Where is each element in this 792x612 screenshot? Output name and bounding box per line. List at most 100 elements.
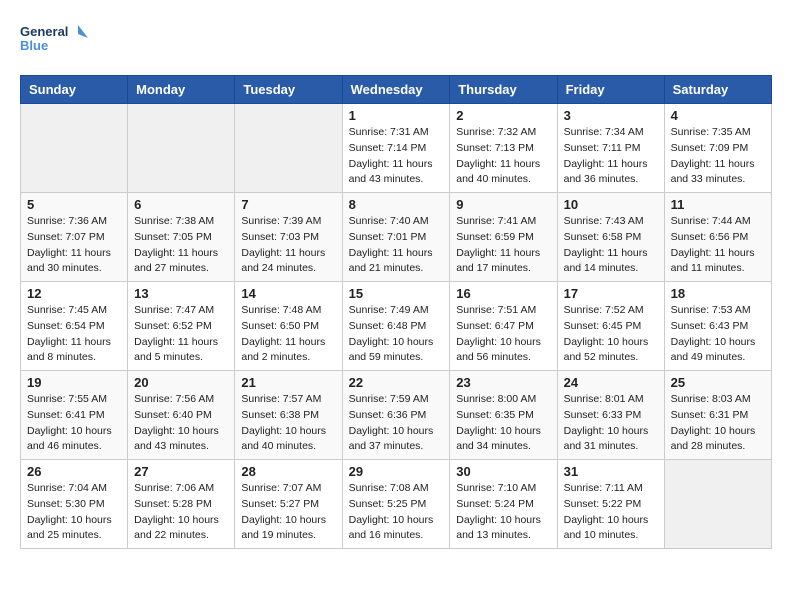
week-row-2: 5 Sunrise: 7:36 AMSunset: 7:07 PMDaylight… xyxy=(21,193,772,282)
calendar-cell xyxy=(664,460,771,549)
day-number: 10 xyxy=(564,197,658,212)
calendar-cell: 21 Sunrise: 7:57 AMSunset: 6:38 PMDayligh… xyxy=(235,371,342,460)
day-number: 26 xyxy=(27,464,121,479)
calendar-cell: 16 Sunrise: 7:51 AMSunset: 6:47 PMDayligh… xyxy=(450,282,557,371)
calendar-cell: 18 Sunrise: 7:53 AMSunset: 6:43 PMDayligh… xyxy=(664,282,771,371)
day-number: 20 xyxy=(134,375,228,390)
calendar-cell xyxy=(21,104,128,193)
day-number: 30 xyxy=(456,464,550,479)
week-row-3: 12 Sunrise: 7:45 AMSunset: 6:54 PMDayligh… xyxy=(21,282,772,371)
day-number: 9 xyxy=(456,197,550,212)
day-number: 16 xyxy=(456,286,550,301)
logo: General Blue xyxy=(20,20,90,65)
day-info: Sunrise: 7:40 AMSunset: 7:01 PMDaylight:… xyxy=(349,214,444,277)
calendar-cell: 24Sunrise: 8:01 AMSunset: 6:33 PMDayligh… xyxy=(557,371,664,460)
calendar-cell: 12 Sunrise: 7:45 AMSunset: 6:54 PMDayligh… xyxy=(21,282,128,371)
day-info: Sunrise: 7:59 AMSunset: 6:36 PMDaylight:… xyxy=(349,392,444,455)
day-info: Sunrise: 7:44 AMSunset: 6:56 PMDaylight:… xyxy=(671,214,765,277)
day-info: Sunrise: 7:41 AMSunset: 6:59 PMDaylight:… xyxy=(456,214,550,277)
calendar-cell: 5 Sunrise: 7:36 AMSunset: 7:07 PMDaylight… xyxy=(21,193,128,282)
day-number: 24 xyxy=(564,375,658,390)
day-info: Sunrise: 7:53 AMSunset: 6:43 PMDaylight:… xyxy=(671,303,765,366)
day-number: 5 xyxy=(27,197,121,212)
calendar-cell: 2 Sunrise: 7:32 AMSunset: 7:13 PMDaylight… xyxy=(450,104,557,193)
day-info: Sunrise: 7:55 AMSunset: 6:41 PMDaylight:… xyxy=(27,392,121,455)
calendar-cell: 14 Sunrise: 7:48 AMSunset: 6:50 PMDayligh… xyxy=(235,282,342,371)
calendar-cell: 19 Sunrise: 7:55 AMSunset: 6:41 PMDayligh… xyxy=(21,371,128,460)
calendar-cell: 6 Sunrise: 7:38 AMSunset: 7:05 PMDaylight… xyxy=(128,193,235,282)
calendar-cell: 23Sunrise: 8:00 AMSunset: 6:35 PMDayligh… xyxy=(450,371,557,460)
calendar-cell: 8 Sunrise: 7:40 AMSunset: 7:01 PMDaylight… xyxy=(342,193,450,282)
day-info: Sunrise: 7:45 AMSunset: 6:54 PMDaylight:… xyxy=(27,303,121,366)
day-info: Sunrise: 7:48 AMSunset: 6:50 PMDaylight:… xyxy=(241,303,335,366)
day-number: 1 xyxy=(349,108,444,123)
calendar-cell: 1 Sunrise: 7:31 AMSunset: 7:14 PMDaylight… xyxy=(342,104,450,193)
weekday-header-sunday: Sunday xyxy=(21,76,128,104)
day-info: Sunrise: 7:32 AMSunset: 7:13 PMDaylight:… xyxy=(456,125,550,188)
calendar-cell: 29 Sunrise: 7:08 AMSunset: 5:25 PMDayligh… xyxy=(342,460,450,549)
weekday-header-wednesday: Wednesday xyxy=(342,76,450,104)
weekday-header-tuesday: Tuesday xyxy=(235,76,342,104)
day-info: Sunrise: 7:39 AMSunset: 7:03 PMDaylight:… xyxy=(241,214,335,277)
calendar-cell: 15Sunrise: 7:49 AMSunset: 6:48 PMDayligh… xyxy=(342,282,450,371)
day-info: Sunrise: 7:47 AMSunset: 6:52 PMDaylight:… xyxy=(134,303,228,366)
day-number: 8 xyxy=(349,197,444,212)
weekday-header-monday: Monday xyxy=(128,76,235,104)
day-number: 21 xyxy=(241,375,335,390)
day-number: 14 xyxy=(241,286,335,301)
day-info: Sunrise: 7:11 AMSunset: 5:22 PMDaylight:… xyxy=(564,481,658,544)
calendar-cell: 7 Sunrise: 7:39 AMSunset: 7:03 PMDaylight… xyxy=(235,193,342,282)
day-info: Sunrise: 7:43 AMSunset: 6:58 PMDaylight:… xyxy=(564,214,658,277)
day-number: 29 xyxy=(349,464,444,479)
day-info: Sunrise: 7:36 AMSunset: 7:07 PMDaylight:… xyxy=(27,214,121,277)
header: General Blue xyxy=(20,20,772,65)
weekday-header-friday: Friday xyxy=(557,76,664,104)
day-info: Sunrise: 7:08 AMSunset: 5:25 PMDaylight:… xyxy=(349,481,444,544)
day-number: 18 xyxy=(671,286,765,301)
calendar-cell: 10 Sunrise: 7:43 AMSunset: 6:58 PMDayligh… xyxy=(557,193,664,282)
day-number: 2 xyxy=(456,108,550,123)
weekday-header-thursday: Thursday xyxy=(450,76,557,104)
day-info: Sunrise: 7:57 AMSunset: 6:38 PMDaylight:… xyxy=(241,392,335,455)
day-number: 31 xyxy=(564,464,658,479)
day-number: 25 xyxy=(671,375,765,390)
week-row-5: 26 Sunrise: 7:04 AMSunset: 5:30 PMDayligh… xyxy=(21,460,772,549)
day-info: Sunrise: 7:04 AMSunset: 5:30 PMDaylight:… xyxy=(27,481,121,544)
day-number: 19 xyxy=(27,375,121,390)
day-info: Sunrise: 7:31 AMSunset: 7:14 PMDaylight:… xyxy=(349,125,444,188)
calendar-cell: 20 Sunrise: 7:56 AMSunset: 6:40 PMDayligh… xyxy=(128,371,235,460)
day-number: 17 xyxy=(564,286,658,301)
svg-text:General: General xyxy=(20,24,68,39)
calendar-cell: 31 Sunrise: 7:11 AMSunset: 5:22 PMDayligh… xyxy=(557,460,664,549)
day-number: 12 xyxy=(27,286,121,301)
day-number: 11 xyxy=(671,197,765,212)
day-number: 22 xyxy=(349,375,444,390)
calendar-cell: 28Sunrise: 7:07 AMSunset: 5:27 PMDayligh… xyxy=(235,460,342,549)
week-row-1: 1 Sunrise: 7:31 AMSunset: 7:14 PMDaylight… xyxy=(21,104,772,193)
calendar-cell: 13 Sunrise: 7:47 AMSunset: 6:52 PMDayligh… xyxy=(128,282,235,371)
day-info: Sunrise: 7:49 AMSunset: 6:48 PMDaylight:… xyxy=(349,303,444,366)
calendar-cell: 25Sunrise: 8:03 AMSunset: 6:31 PMDayligh… xyxy=(664,371,771,460)
day-info: Sunrise: 8:00 AMSunset: 6:35 PMDaylight:… xyxy=(456,392,550,455)
day-info: Sunrise: 7:51 AMSunset: 6:47 PMDaylight:… xyxy=(456,303,550,366)
calendar-cell: 3Sunrise: 7:34 AMSunset: 7:11 PMDaylight… xyxy=(557,104,664,193)
day-info: Sunrise: 7:34 AMSunset: 7:11 PMDaylight:… xyxy=(564,125,658,188)
calendar-cell: 11 Sunrise: 7:44 AMSunset: 6:56 PMDayligh… xyxy=(664,193,771,282)
day-number: 27 xyxy=(134,464,228,479)
calendar-cell: 26 Sunrise: 7:04 AMSunset: 5:30 PMDayligh… xyxy=(21,460,128,549)
day-info: Sunrise: 7:07 AMSunset: 5:27 PMDaylight:… xyxy=(241,481,335,544)
day-number: 7 xyxy=(241,197,335,212)
calendar-cell: 27Sunrise: 7:06 AMSunset: 5:28 PMDayligh… xyxy=(128,460,235,549)
calendar-table: SundayMondayTuesdayWednesdayThursdayFrid… xyxy=(20,75,772,549)
day-info: Sunrise: 7:35 AMSunset: 7:09 PMDaylight:… xyxy=(671,125,765,188)
calendar-cell: 17Sunrise: 7:52 AMSunset: 6:45 PMDayligh… xyxy=(557,282,664,371)
day-number: 13 xyxy=(134,286,228,301)
logo-svg: General Blue xyxy=(20,20,90,65)
calendar-cell: 9 Sunrise: 7:41 AMSunset: 6:59 PMDaylight… xyxy=(450,193,557,282)
day-number: 6 xyxy=(134,197,228,212)
day-info: Sunrise: 7:38 AMSunset: 7:05 PMDaylight:… xyxy=(134,214,228,277)
weekday-header-row: SundayMondayTuesdayWednesdayThursdayFrid… xyxy=(21,76,772,104)
day-info: Sunrise: 7:56 AMSunset: 6:40 PMDaylight:… xyxy=(134,392,228,455)
calendar-cell xyxy=(128,104,235,193)
day-info: Sunrise: 7:10 AMSunset: 5:24 PMDaylight:… xyxy=(456,481,550,544)
